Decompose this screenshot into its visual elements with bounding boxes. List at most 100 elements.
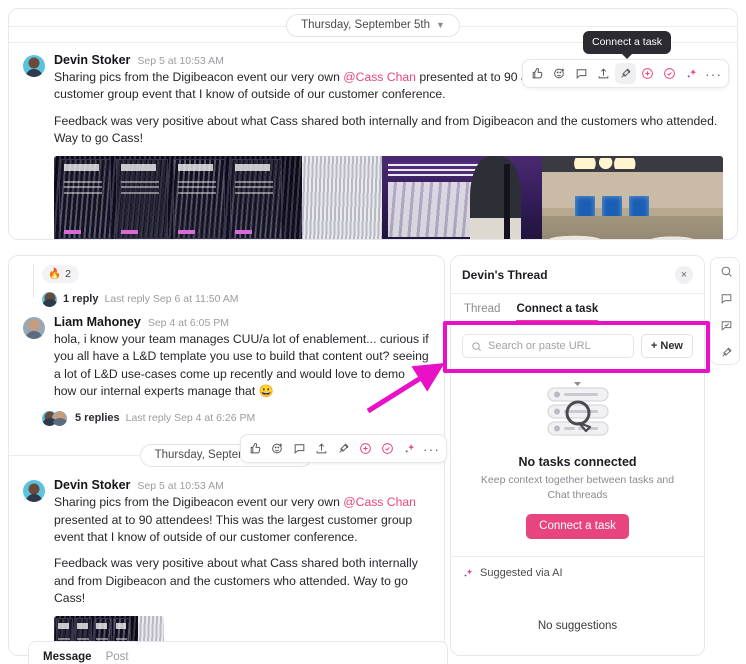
chat-icon[interactable] [711,285,739,312]
suggested-via-ai-header: Suggested via AI [451,556,704,586]
thumbs-up-icon[interactable] [527,63,548,84]
share-icon[interactable] [311,438,332,459]
avatar-stack [42,409,67,427]
photo-2 [301,156,382,239]
check-circle-icon[interactable] [659,63,680,84]
empty-state: No tasks connected Keep context together… [451,369,704,540]
message-author: Devin Stoker [54,53,131,67]
composer-tab-post[interactable]: Post [106,651,129,663]
composer-tab-message[interactable]: Message [43,651,92,663]
message-paragraph-1: Sharing pics from the Digibeacon event o… [54,494,430,546]
tasks-check-icon[interactable] [711,312,739,339]
emoji-add-icon[interactable] [549,63,570,84]
reaction-chip[interactable]: 🔥 2 [42,265,79,283]
search-input[interactable]: Search or paste URL [462,334,634,358]
message-hover-toolbar-top: ··· [522,59,729,88]
composer-tabs: Message Post [29,642,447,663]
task-search-row: Search or paste URL + New [451,323,704,369]
message-text: hola, i know your team manages CUU/a lot… [54,332,429,398]
thread-connector-line [33,264,34,298]
connect-a-task-button[interactable]: Connect a task [526,514,629,540]
connect-task-icon[interactable] [333,438,354,459]
no-tasks-illustration [530,379,626,445]
reply-meta: Last reply Sep 6 at 11:50 AM [104,292,239,305]
ai-sparkle-icon[interactable] [399,438,420,459]
plus-circle-icon[interactable] [355,438,376,459]
message-paragraph-2: Feedback was very positive about what Ca… [54,113,718,145]
composer-bar: Message Post [28,641,448,664]
search-icon[interactable] [711,258,739,285]
emoji-add-icon[interactable] [267,438,288,459]
avatar[interactable] [23,317,45,339]
thumbs-up-icon[interactable] [245,438,266,459]
no-suggestions-text: No suggestions [537,620,618,633]
date-pill-label: Thursday, September 5th [301,19,430,31]
message-timestamp: Sep 5 at 10:53 AM [137,480,224,493]
thread-panel-header: Devin's Thread × [451,256,704,294]
more-options-label: ··· [423,440,440,457]
paragraph-1-before: Sharing pics from the Digibeacon event o… [54,495,344,510]
thread-panel-title: Devin's Thread [462,267,548,282]
new-task-button[interactable]: + New [640,334,693,358]
reaction-count: 2 [65,267,71,280]
reply-count: 1 reply [63,292,99,305]
mention-link[interactable]: @Cass Chan [343,70,416,84]
message-header: Devin Stoker Sep 5 at 10:53 AM [54,478,430,492]
ai-sparkle-icon[interactable] [681,63,702,84]
empty-state-subtitle: Keep context together between tasks and … [480,474,675,502]
chevron-down-icon: ▼ [436,19,445,30]
more-options-icon[interactable]: ··· [703,63,724,84]
suggested-via-ai-label: Suggested via AI [480,567,563,580]
share-icon[interactable] [593,63,614,84]
avatar[interactable] [23,480,45,503]
message-devin-bottom: Devin Stoker Sep 5 at 10:53 AM Sharing p… [9,472,444,655]
comment-icon[interactable] [571,63,592,84]
message-paragraph-2: Feedback was very positive about what Ca… [54,556,418,605]
plus-circle-icon[interactable] [637,63,658,84]
photo-4 [542,156,723,239]
reply-meta: Last reply Sep 4 at 6:26 PM [125,411,256,424]
message-header: Liam Mahoney Sep 4 at 6:05 PM [54,315,430,329]
search-placeholder: Search or paste URL [488,340,591,352]
message-body: Devin Stoker Sep 5 at 10:53 AM Sharing p… [54,478,430,655]
empty-state-title: No tasks connected [518,455,637,469]
connect-task-icon[interactable] [711,339,739,364]
right-rail [710,257,740,365]
connect-task-icon[interactable] [615,63,636,84]
paragraph-1-before: Sharing pics from the Digibeacon event o… [54,70,344,84]
date-pill-top[interactable]: Thursday, September 5th ▼ [286,14,460,37]
avatar [52,411,67,427]
close-icon[interactable]: × [675,265,693,284]
reaction-row: 🔥 2 [9,256,444,283]
avatar [42,292,57,307]
thread-summary-1[interactable]: 1 reply Last reply Sep 6 at 11:50 AM [9,283,444,307]
message-timestamp: Sep 5 at 10:53 AM [137,55,224,67]
reply-count: 5 replies [75,411,120,424]
thread-panel-tabs: Thread Connect a task [451,294,704,323]
mention-link[interactable]: @Cass Chan [343,495,416,509]
thread-side-panel: Devin's Thread × Thread Connect a task S… [450,255,705,656]
screenshot-stage: Thursday, September 5th ▼ Devin Stoker S… [0,0,746,664]
message-liam: Liam Mahoney Sep 4 at 6:05 PM hola, i kn… [9,307,444,400]
tab-connect-a-task[interactable]: Connect a task [516,303,599,322]
message-photo-strip[interactable] [54,156,723,239]
message-body: Liam Mahoney Sep 4 at 6:05 PM hola, i kn… [54,315,430,400]
message-author: Devin Stoker [54,478,131,493]
photo-3 [381,156,543,239]
tab-thread[interactable]: Thread [464,303,500,322]
more-options-label: ··· [705,65,722,82]
message-hover-toolbar-bottom: ··· [240,434,447,463]
avatar[interactable] [23,55,45,77]
search-icon [472,341,481,351]
check-circle-icon[interactable] [377,438,398,459]
tooltip-connect-a-task: Connect a task [583,31,672,54]
comment-icon[interactable] [289,438,310,459]
photo-1 [54,156,302,239]
message-author: Liam Mahoney [54,315,141,329]
ai-sparkle-icon [464,569,473,578]
reaction-emoji: 🔥 [48,268,62,280]
more-options-icon[interactable]: ··· [421,438,442,459]
paragraph-1-after: presented at to 90 attendees! This was t… [54,512,413,544]
thread-summary-2[interactable]: 5 replies Last reply Sep 4 at 6:26 PM [9,400,444,427]
message-timestamp: Sep 4 at 6:05 PM [147,317,229,329]
